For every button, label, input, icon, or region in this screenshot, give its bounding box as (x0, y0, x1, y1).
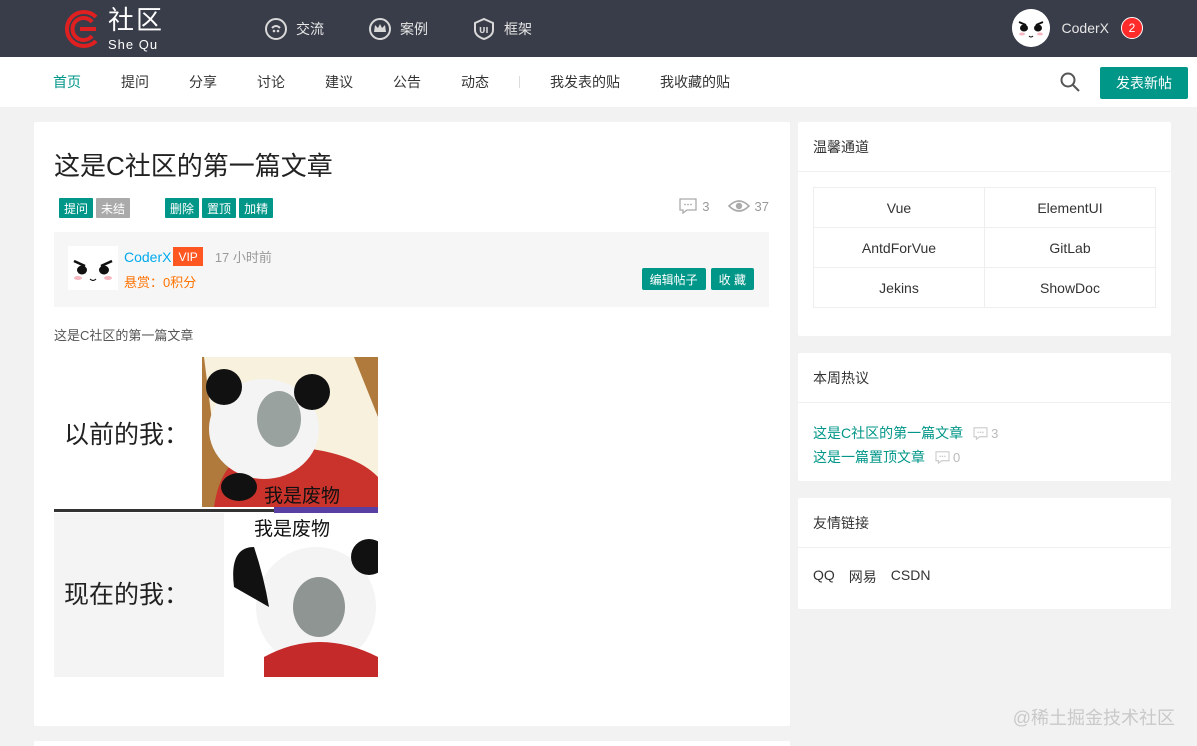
friend-links-panel: 友情链接 QQ 网易 CSDN (798, 498, 1171, 609)
list-item: 这是一篇置顶文章 0 (813, 445, 998, 469)
top-nav: 交流 案例 UI 框架 (264, 0, 576, 57)
site-logo[interactable]: 社区 She Qu (62, 6, 164, 52)
svg-text:UI: UI (479, 26, 488, 35)
meme-top-caption: 我是废物 (264, 485, 340, 507)
friend-links: QQ 网易 CSDN (813, 567, 944, 587)
topnav-label: 交流 (296, 20, 324, 37)
meme-image: 以前的我： 我是废物 现在的我： 我是废物 (54, 357, 378, 677)
topnav-item-cases[interactable]: 案例 (368, 0, 428, 57)
hot-topics-list: 这是C社区的第一篇文章 3 这是一篇置顶文章 0 (813, 421, 998, 469)
hot-topic-link[interactable]: 这是一篇置顶文章 (813, 447, 925, 467)
channel-link[interactable]: Jekins (814, 268, 985, 308)
channel-link[interactable]: ElementUI (985, 188, 1156, 228)
comment-count: 3 (679, 198, 710, 214)
author-avatar[interactable] (68, 246, 118, 290)
tag-question[interactable]: 提问 (59, 198, 94, 218)
topnav-item-framework[interactable]: UI 框架 (472, 0, 532, 57)
next-card-edge (34, 741, 790, 746)
subnav-item-suggest[interactable]: 建议 (325, 72, 353, 92)
friend-links-title: 友情链接 (798, 498, 1171, 548)
article-card: 这是C社区的第一篇文章 提问 未结 删除 置顶 加精 3 37 CoderX V… (34, 122, 790, 726)
comment-icon (973, 426, 988, 440)
author-info: CoderX VIP 17 小时前 悬赏：0积分 编辑帖子 收 藏 (54, 232, 769, 307)
subnav-item-activity[interactable]: 动态 (461, 72, 489, 92)
subnav-divider (519, 76, 520, 88)
username[interactable]: CoderX (1062, 20, 1109, 36)
meme-top-text: 以前的我： (64, 420, 189, 449)
channels-grid: Vue ElementUI AntdForVue GitLab Jekins S… (813, 187, 1156, 308)
comment-icon (679, 198, 697, 214)
feature-button[interactable]: 加精 (239, 198, 274, 218)
article-tags: 提问 未结 删除 置顶 加精 (59, 198, 276, 218)
channel-link[interactable]: AntdForVue (814, 228, 985, 268)
new-post-button[interactable]: 发表新帖 (1100, 67, 1188, 99)
article-stats: 3 37 (661, 198, 769, 214)
edit-post-button[interactable]: 编辑帖子 (641, 268, 706, 290)
hot-topics-panel: 本周热议 这是C社区的第一篇文章 3 这是一篇置顶文章 0 (798, 353, 1171, 481)
notification-badge[interactable]: 2 (1121, 17, 1143, 39)
view-count: 37 (727, 198, 769, 214)
friend-link[interactable]: 网易 (849, 567, 877, 587)
reward-points: 悬赏：0积分 (124, 275, 197, 290)
watermark: @稀土掘金技术社区 (1012, 708, 1175, 728)
subnav-item-my-favorites[interactable]: 我收藏的贴 (660, 72, 730, 92)
logo-cn-text: 社区 (108, 5, 165, 36)
ui-shield-icon: UI (474, 17, 494, 40)
author-name-link[interactable]: CoderX (124, 249, 171, 265)
chat-icon (265, 17, 287, 40)
logo-en-text: She Qu (108, 36, 159, 52)
hot-topic-count: 0 (935, 450, 960, 465)
subnav-item-home[interactable]: 首页 (53, 72, 81, 92)
delete-button[interactable]: 删除 (165, 198, 200, 218)
channels-title: 温馨通道 (798, 122, 1171, 172)
topnav-label: 框架 (504, 20, 532, 37)
topnav-item-exchange[interactable]: 交流 (264, 0, 324, 57)
user-menu[interactable]: CoderX 2 (1011, 9, 1143, 47)
post-time: 17 小时前 (214, 250, 272, 265)
topnav-label: 案例 (400, 20, 428, 37)
crown-icon (369, 17, 391, 40)
sub-nav: 首页 提问 分享 讨论 建议 公告 动态 我发表的贴 我收藏的贴 发表新帖 (0, 57, 1197, 107)
comment-icon (935, 450, 950, 464)
subnav-item-notice[interactable]: 公告 (393, 72, 421, 92)
article-title: 这是C社区的第一篇文章 (54, 151, 333, 181)
hot-topic-count: 3 (973, 426, 998, 441)
article-body: 这是C社区的第一篇文章 (54, 328, 194, 343)
meme-bottom-text: 现在的我： (64, 580, 189, 609)
hot-topic-link[interactable]: 这是C社区的第一篇文章 (813, 423, 963, 443)
subnav-item-my-posts[interactable]: 我发表的贴 (550, 72, 620, 92)
channel-link[interactable]: ShowDoc (985, 268, 1156, 308)
friend-link[interactable]: CSDN (891, 567, 931, 587)
friend-link[interactable]: QQ (813, 567, 835, 587)
channel-link[interactable]: Vue (814, 188, 985, 228)
favorite-button[interactable]: 收 藏 (710, 268, 754, 290)
pin-button[interactable]: 置顶 (202, 198, 237, 218)
logo-c-icon (64, 10, 98, 48)
avatar[interactable] (1011, 9, 1050, 47)
channel-link[interactable]: GitLab (985, 228, 1156, 268)
subnav-item-discuss[interactable]: 讨论 (257, 72, 285, 92)
top-bar: 社区 She Qu 交流 案例 UI 框架 CoderX 2 (0, 0, 1197, 57)
vip-badge: VIP (173, 247, 203, 266)
subnav-item-question[interactable]: 提问 (121, 72, 149, 92)
channels-panel: 温馨通道 Vue ElementUI AntdForVue GitLab Jek… (798, 122, 1171, 336)
eye-icon (727, 200, 750, 212)
tag-unresolved[interactable]: 未结 (96, 198, 131, 218)
subnav-item-share[interactable]: 分享 (189, 72, 217, 92)
meme-bottom-caption: 我是废物 (254, 518, 330, 540)
list-item: 这是C社区的第一篇文章 3 (813, 421, 998, 445)
hot-topics-title: 本周热议 (798, 353, 1171, 403)
search-icon[interactable] (1059, 71, 1081, 93)
